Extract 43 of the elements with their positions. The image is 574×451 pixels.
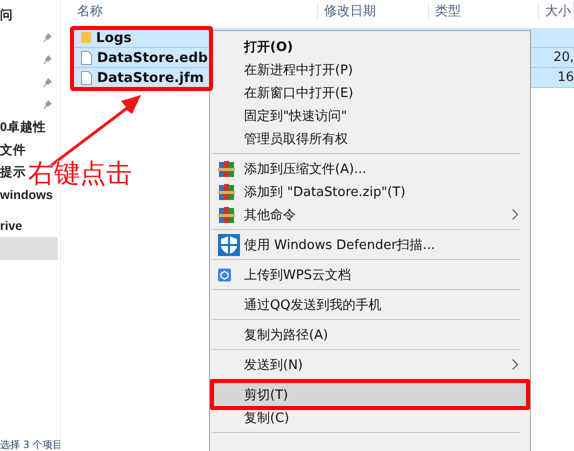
books-icon	[218, 182, 238, 200]
menu-item[interactable]: 在新窗口中打开(E)	[212, 81, 528, 104]
books-icon	[218, 206, 238, 224]
menu-item[interactable]: 在新进程中打开(P)	[212, 58, 528, 81]
menu-item[interactable]: 打开(O)	[212, 35, 528, 58]
cube-icon	[218, 268, 231, 281]
nav-item[interactable]: 0卓越性	[0, 116, 46, 139]
menu-item[interactable]: 上传到WPS云文档	[212, 263, 528, 286]
pin-icon[interactable]	[43, 78, 52, 88]
pin-icon[interactable]	[43, 100, 52, 110]
file-icon	[81, 70, 92, 84]
shield-icon	[218, 234, 240, 256]
menu-item[interactable]: 使用 Windows Defender扫描...	[212, 233, 528, 256]
menu-item[interactable]: 复制(C)	[212, 406, 528, 429]
nav-item[interactable]: 提示	[0, 162, 26, 184]
file-size: 16	[557, 70, 574, 85]
menu-item[interactable]: 其他命令	[212, 203, 528, 226]
column-header[interactable]: 名称	[71, 2, 318, 20]
column-header[interactable]: 修改日期	[318, 2, 429, 20]
menu-item[interactable]: 添加到压缩文件(A)...	[212, 157, 528, 180]
menu-item[interactable]: 通过QQ发送到我的手机	[212, 293, 528, 316]
file-name: DataStore.edb	[97, 50, 208, 66]
column-header[interactable]: 类型	[429, 2, 539, 20]
menu-item[interactable]: 添加到 "DataStore.zip"(T)	[212, 180, 528, 203]
file-name: Logs	[96, 30, 132, 46]
chevron-right-icon	[512, 209, 518, 220]
menu-item[interactable]: 复制为路径(A)	[212, 323, 528, 346]
nav-item[interactable]: rive	[0, 214, 22, 237]
folder-icon	[81, 31, 91, 44]
nav-item[interactable]	[0, 237, 58, 260]
menu-item[interactable]: 固定到"快速访问"	[212, 104, 528, 127]
menu-item[interactable]: 发送到(N)	[212, 353, 528, 376]
file-name: DataStore.jfm	[97, 70, 204, 86]
nav-item[interactable]: 问	[0, 4, 13, 26]
menu-item[interactable]: 管理员取得所有权	[212, 127, 528, 150]
pin-icon[interactable]	[43, 32, 52, 43]
column-header[interactable]: 大小	[539, 2, 574, 20]
file-size: 20,	[553, 50, 574, 65]
chevron-right-icon	[512, 359, 518, 370]
nav-item[interactable]: 文件	[0, 139, 26, 162]
file-icon	[81, 50, 92, 64]
pin-icon[interactable]	[43, 55, 52, 66]
books-icon	[218, 160, 238, 178]
